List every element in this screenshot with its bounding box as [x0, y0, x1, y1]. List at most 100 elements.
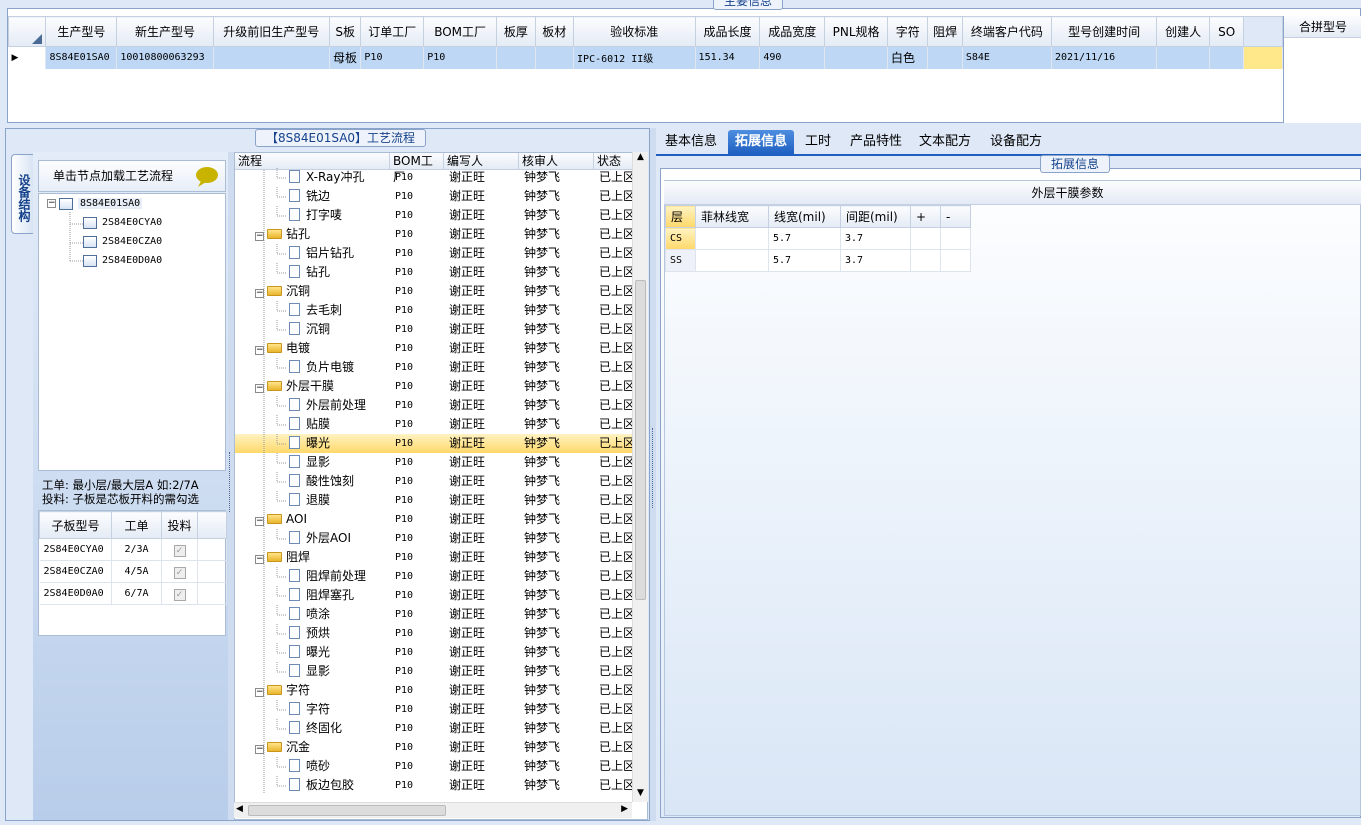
col-header-8[interactable]: 验收标准 — [573, 16, 696, 47]
main-cell-12[interactable]: 白色 — [887, 46, 929, 69]
main-cell-10[interactable]: 490 — [759, 46, 826, 69]
sub-col-header-0[interactable]: 子板型号 — [39, 511, 112, 539]
tab-0[interactable]: 基本信息 — [658, 130, 724, 154]
sub-order[interactable]: 4/5A — [111, 560, 162, 583]
flow-vertical-scrollbar[interactable]: ▲ ▼ — [632, 152, 648, 802]
ext-col-header-2[interactable]: 线宽(mil) — [768, 205, 841, 228]
flow-horizontal-scrollbar[interactable]: ◀ ▶ — [234, 802, 632, 818]
col-header-15[interactable]: 型号创建时间 — [1050, 16, 1158, 47]
col-header-0[interactable]: 生产型号 — [45, 16, 118, 47]
col-header-6[interactable]: 板厚 — [496, 16, 536, 47]
main-cell-9[interactable]: 151.34 — [695, 46, 761, 69]
tree-node-child[interactable]: 2S84E0CZA0 — [83, 233, 162, 250]
col-header-17[interactable]: SO — [1208, 16, 1245, 47]
ext-cell[interactable]: 5.7 — [768, 249, 841, 272]
main-cell-6[interactable] — [496, 46, 536, 69]
col-header-3[interactable]: S板 — [328, 16, 362, 47]
main-cell-17[interactable] — [1209, 46, 1245, 69]
scroll-thumb[interactable] — [635, 280, 646, 600]
main-cell-4[interactable]: P10 — [360, 46, 425, 69]
ext-col-header-3[interactable]: 间距(mil) — [840, 205, 911, 228]
main-cell-11[interactable] — [824, 46, 888, 69]
row-header-corner[interactable] — [7, 16, 47, 47]
tab-4[interactable]: 文本配方 — [912, 130, 978, 154]
checkbox-checked-icon[interactable]: ✓ — [173, 567, 186, 579]
main-cell-16[interactable] — [1156, 46, 1210, 69]
scroll-right-icon[interactable]: ▶ — [621, 804, 628, 814]
flow-writer: 谢正旺 — [449, 493, 486, 507]
tab-3[interactable]: 产品特性 — [843, 130, 909, 154]
hscroll-thumb[interactable] — [248, 805, 446, 816]
main-cell-3[interactable]: 母板 — [329, 46, 362, 69]
col-header-11[interactable]: PNL规格 — [824, 16, 888, 47]
sub-col-header-2[interactable]: 投料 — [161, 511, 198, 539]
ext-cell[interactable]: CS — [665, 227, 696, 250]
sub-col-header-1[interactable]: 工单 — [111, 511, 162, 539]
col-header-spacer — [1243, 16, 1283, 47]
scroll-down-icon[interactable]: ▼ — [633, 788, 648, 802]
main-cell-15[interactable]: 2021/11/16 — [1051, 46, 1158, 69]
sub-model[interactable]: 2S84E0D0A0 — [39, 582, 112, 605]
tree-node-child[interactable]: 2S84E0D0A0 — [83, 252, 162, 269]
main-cell-0[interactable]: 8S84E01SA0 — [45, 46, 118, 69]
ext-col-header-4[interactable]: + — [910, 205, 941, 228]
main-cell-2[interactable] — [213, 46, 331, 69]
sub-model[interactable]: 2S84E0CYA0 — [39, 538, 112, 561]
col-header-12[interactable]: 字符 — [886, 16, 929, 47]
ext-cell[interactable] — [940, 227, 971, 250]
ext-row[interactable]: CS 5.7 3.7 — [665, 227, 971, 250]
board-icon — [83, 254, 97, 267]
main-cell-7[interactable] — [535, 46, 575, 69]
ext-cell[interactable] — [910, 227, 941, 250]
col-header-9[interactable]: 成品长度 — [694, 16, 761, 47]
ext-cell[interactable]: SS — [665, 249, 696, 272]
sub-order[interactable]: 2/3A — [111, 538, 162, 561]
scroll-left-icon[interactable]: ◀ — [236, 804, 243, 814]
sub-feed[interactable]: ✓ — [161, 560, 198, 583]
col-header-5[interactable]: BOM工厂 — [423, 16, 498, 47]
flow-status: 已上区 — [599, 341, 633, 355]
ext-cell[interactable] — [695, 249, 769, 272]
flow-writer: 谢正旺 — [449, 265, 486, 279]
speech-bubble-icon[interactable] — [195, 167, 219, 187]
scroll-up-icon[interactable]: ▲ — [633, 152, 648, 166]
sub-row[interactable]: 2S84E0CYA0 2/3A ✓ — [39, 538, 227, 561]
main-cell-1[interactable]: 10010800063293 — [116, 46, 214, 69]
ext-cell[interactable]: 3.7 — [840, 249, 911, 272]
ext-row[interactable]: SS 5.7 3.7 — [665, 249, 971, 272]
col-header-13[interactable]: 阻焊 — [927, 16, 963, 47]
ext-cell[interactable] — [695, 227, 769, 250]
checkbox-checked-icon[interactable]: ✓ — [173, 545, 186, 557]
ext-cell[interactable]: 5.7 — [768, 227, 841, 250]
tab-1[interactable]: 拓展信息 — [728, 130, 795, 154]
device-structure-tab[interactable]: 设备结构 — [11, 154, 33, 234]
ext-col-header-5[interactable]: - — [940, 205, 971, 228]
main-cell-13[interactable] — [927, 46, 963, 69]
col-header-14[interactable]: 终端客户代码 — [961, 16, 1052, 47]
main-cell-8[interactable]: IPC-6012 II级 — [573, 46, 696, 69]
ext-cell[interactable] — [940, 249, 971, 272]
sub-row[interactable]: 2S84E0CZA0 4/5A ✓ — [39, 560, 227, 583]
sub-row[interactable]: 2S84E0D0A0 6/7A ✓ — [39, 582, 227, 605]
main-cell-14[interactable]: S84E — [962, 46, 1052, 69]
ext-col-header-0[interactable]: 层 — [665, 205, 696, 228]
col-header-1[interactable]: 新生产型号 — [116, 16, 214, 47]
col-header-16[interactable]: 创建人 — [1156, 16, 1210, 47]
sub-order[interactable]: 6/7A — [111, 582, 162, 605]
col-header-10[interactable]: 成品宽度 — [759, 16, 826, 47]
ext-col-header-1[interactable]: 菲林线宽 — [695, 205, 769, 228]
tab-2[interactable]: 工时 — [798, 130, 838, 154]
row-pointer[interactable]: ▶ — [8, 46, 47, 69]
ext-cell[interactable]: 3.7 — [840, 227, 911, 250]
col-header-7[interactable]: 板材 — [534, 16, 575, 47]
col-header-4[interactable]: 订单工厂 — [360, 16, 425, 47]
ext-cell[interactable] — [910, 249, 941, 272]
tree-node-child[interactable]: 2S84E0CYA0 — [83, 214, 162, 231]
checkbox-checked-icon[interactable]: ✓ — [173, 589, 186, 601]
sub-feed[interactable]: ✓ — [161, 582, 198, 605]
tab-5[interactable]: 设备配方 — [983, 130, 1049, 154]
sub-model[interactable]: 2S84E0CZA0 — [39, 560, 112, 583]
col-header-2[interactable]: 升级前旧生产型号 — [212, 16, 331, 47]
main-cell-5[interactable]: P10 — [423, 46, 498, 69]
sub-feed[interactable]: ✓ — [161, 538, 198, 561]
